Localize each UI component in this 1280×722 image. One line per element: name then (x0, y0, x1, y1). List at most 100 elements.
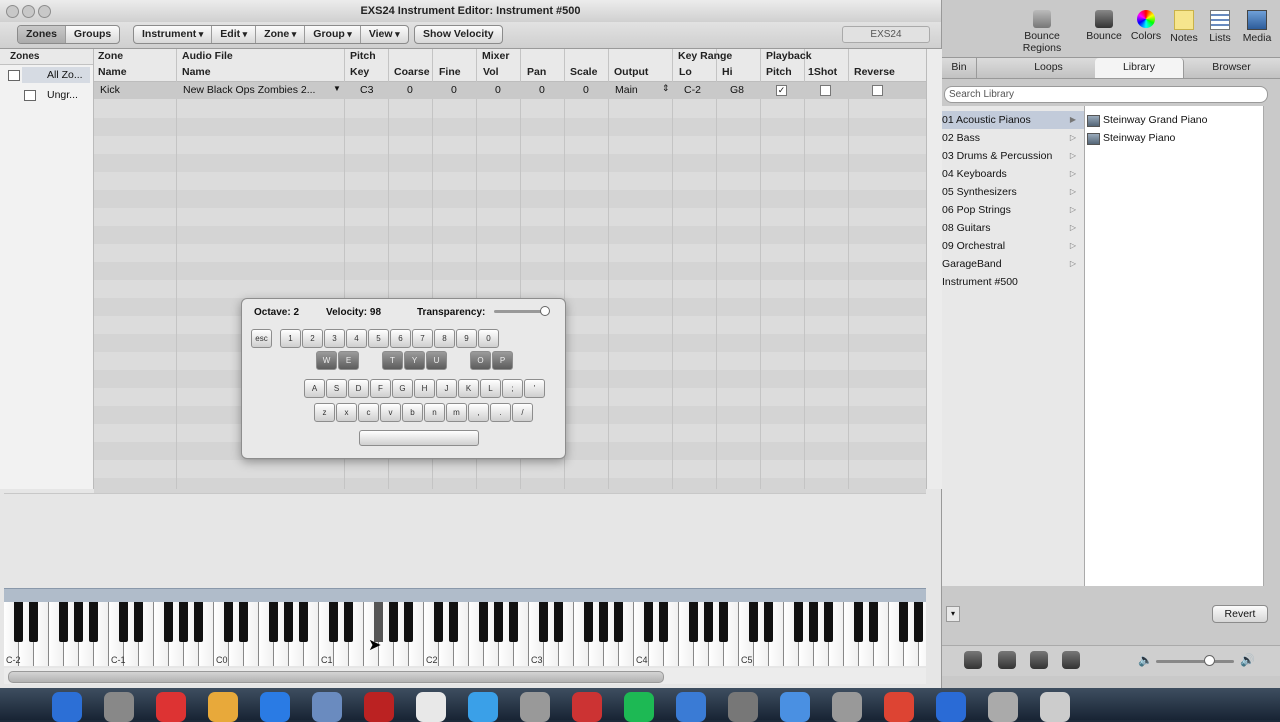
settings-icon[interactable] (520, 692, 550, 722)
colors-button[interactable]: Colors (1126, 10, 1166, 42)
library-category-item[interactable]: 08 Guitars ▷ (942, 219, 1084, 237)
bounce-button[interactable]: Bounce (1084, 10, 1124, 42)
piano-black-key[interactable] (719, 602, 728, 642)
reverse-checkbox[interactable] (872, 85, 883, 96)
note-key-white[interactable]: G (392, 379, 413, 398)
piano-black-key[interactable] (164, 602, 173, 642)
volume-slider-knob[interactable] (1204, 655, 1215, 666)
note-key-white[interactable]: S (326, 379, 347, 398)
piano-black-key[interactable] (509, 602, 518, 642)
piano-black-key[interactable] (614, 602, 623, 642)
lo-cell[interactable]: C-2 (684, 84, 701, 96)
piano-black-key[interactable] (899, 602, 908, 642)
trash-icon[interactable] (1040, 692, 1070, 722)
note-key-white[interactable]: K (458, 379, 479, 398)
col-lo[interactable]: Lo (679, 65, 692, 80)
safari-icon[interactable] (468, 692, 498, 722)
app-icon[interactable] (832, 692, 862, 722)
note-key-black[interactable]: E (338, 351, 359, 370)
col-coarse[interactable]: Coarse (394, 65, 430, 80)
tab-bin[interactable]: Bin (942, 58, 977, 78)
table-vertical-scrollbar[interactable] (926, 49, 942, 489)
app-icon[interactable] (884, 692, 914, 722)
library-category-item[interactable]: 01 Acoustic Pianos ▶ (942, 111, 1084, 129)
modifier-key[interactable]: b (402, 403, 423, 422)
app-icon[interactable] (988, 692, 1018, 722)
system-prefs-icon[interactable] (104, 692, 134, 722)
library-category-item[interactable]: 03 Drums & Percussion ▷ (942, 147, 1084, 165)
horizontal-scroll-thumb[interactable] (8, 671, 664, 683)
note-key-black[interactable]: T (382, 351, 403, 370)
modifier-key[interactable]: z (314, 403, 335, 422)
pitch-checkbox[interactable]: ✓ (776, 85, 787, 96)
note-key-black[interactable]: P (492, 351, 513, 370)
piano-black-key[interactable] (119, 602, 128, 642)
fine-cell[interactable]: 0 (451, 84, 457, 96)
note-key-black[interactable]: Y (404, 351, 425, 370)
piano-black-key[interactable] (809, 602, 818, 642)
col-hi[interactable]: Hi (722, 65, 733, 80)
hi-cell[interactable]: G8 (730, 84, 744, 96)
piano-black-key[interactable] (344, 602, 353, 642)
modifier-key[interactable]: n (424, 403, 445, 422)
piano-black-key[interactable] (29, 602, 38, 642)
preset-item[interactable]: Steinway Piano (1087, 129, 1175, 147)
library-category-item[interactable]: 06 Pop Strings ▷ (942, 201, 1084, 219)
number-key[interactable]: 3 (324, 329, 345, 348)
piano-black-key[interactable] (389, 602, 398, 642)
modifier-key[interactable]: m (446, 403, 467, 422)
col-reverse[interactable]: Reverse (854, 65, 895, 80)
view-menu[interactable]: View (361, 26, 408, 43)
piano-black-key[interactable] (89, 602, 98, 642)
modifier-key[interactable]: , (468, 403, 489, 422)
note-key-white[interactable]: J (436, 379, 457, 398)
bounce-regions-button[interactable]: Bounce Regions (1004, 10, 1080, 54)
note-key-white[interactable]: L (480, 379, 501, 398)
vol-cell[interactable]: 0 (495, 84, 501, 96)
number-key[interactable]: 0 (478, 329, 499, 348)
number-key[interactable]: 2 (302, 329, 323, 348)
piano-keyboard[interactable]: C-2 C-1 C0 C1 C2 C3 C4 C5 (4, 602, 926, 666)
col-zone-name[interactable]: Name (98, 65, 127, 80)
groups-view-button[interactable]: Groups (66, 26, 119, 43)
modifier-key[interactable]: / (512, 403, 533, 422)
scale-cell[interactable]: 0 (583, 84, 589, 96)
app-icon[interactable] (156, 692, 186, 722)
library-category-item[interactable]: 02 Bass ▷ (942, 129, 1084, 147)
group-menu[interactable]: Group (305, 26, 361, 43)
show-velocity-button[interactable]: Show Velocity (415, 26, 502, 43)
piano-black-key[interactable] (449, 602, 458, 642)
zones-item-all[interactable]: All Zo... (8, 67, 90, 83)
number-key[interactable]: 4 (346, 329, 367, 348)
piano-black-key[interactable] (74, 602, 83, 642)
number-key[interactable]: 7 (412, 329, 433, 348)
zone-menu[interactable]: Zone (256, 26, 306, 43)
piano-black-key[interactable] (824, 602, 833, 642)
piano-black-key[interactable] (644, 602, 653, 642)
oneshot-checkbox[interactable] (820, 85, 831, 96)
piano-black-key[interactable] (794, 602, 803, 642)
zone-name-cell[interactable]: Kick (100, 84, 120, 96)
piano-black-key[interactable] (329, 602, 338, 642)
piano-black-key[interactable] (764, 602, 773, 642)
piano-black-key[interactable] (134, 602, 143, 642)
exs24-label[interactable]: EXS24 (842, 26, 930, 43)
note-key-white[interactable]: ; (502, 379, 523, 398)
modifier-key[interactable]: c (358, 403, 379, 422)
col-vol[interactable]: Vol (483, 65, 499, 80)
piano-black-key[interactable] (14, 602, 23, 642)
piano-black-key[interactable] (539, 602, 548, 642)
piano-black-key[interactable] (269, 602, 278, 642)
itunes-icon[interactable] (572, 692, 602, 722)
col-oneshot[interactable]: 1Shot (808, 65, 837, 80)
piano-black-key[interactable] (689, 602, 698, 642)
piano-black-key[interactable] (239, 602, 248, 642)
piano-black-key[interactable] (914, 602, 923, 642)
app-store-icon[interactable] (260, 692, 290, 722)
piano-black-key[interactable] (179, 602, 188, 642)
transparency-slider[interactable] (494, 310, 544, 313)
note-key-black[interactable]: W (316, 351, 337, 370)
note-key-black[interactable]: U (426, 351, 447, 370)
esc-key[interactable]: esc (251, 329, 272, 348)
lists-button[interactable]: Lists (1200, 10, 1240, 44)
